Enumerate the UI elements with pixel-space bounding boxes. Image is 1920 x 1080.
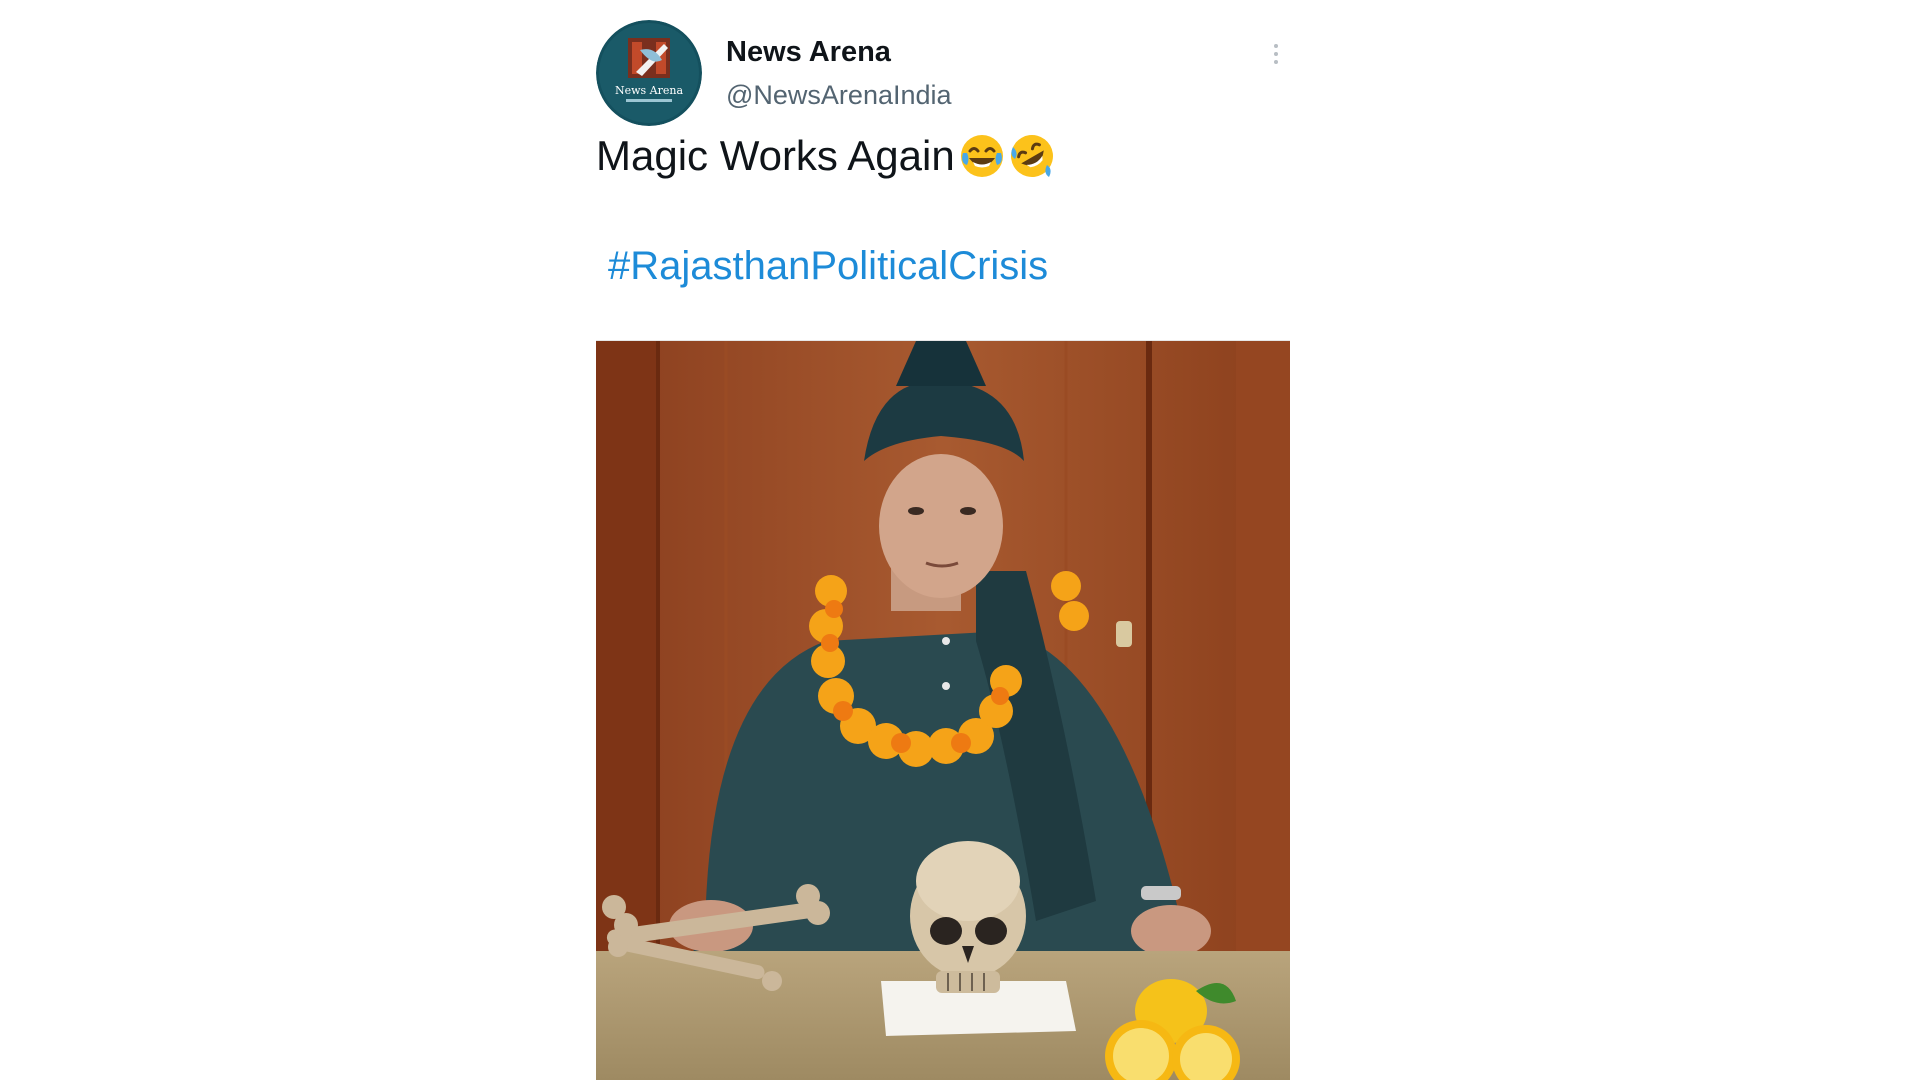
tweet-card[interactable]: News Arena News Arena @NewsArenaIndia Ma… <box>596 20 1296 1080</box>
meme-photo <box>596 341 1290 1080</box>
avatar-logo: News Arena <box>596 20 702 126</box>
rolling-on-floor-laughing-icon <box>1010 135 1053 177</box>
tweet-text-content: Magic Works Again <box>596 132 955 179</box>
page: News Arena News Arena @NewsArenaIndia Ma… <box>0 0 1920 1080</box>
tweet-text: Magic Works Again <box>596 132 1055 180</box>
author-avatar[interactable]: News Arena <box>596 20 702 126</box>
author-handle[interactable]: @NewsArenaIndia <box>726 80 952 111</box>
face-with-tears-of-joy-icon <box>960 135 1003 177</box>
avatar-wordmark: News Arena <box>615 84 683 97</box>
more-options-icon[interactable] <box>1268 40 1284 76</box>
author-name[interactable]: News Arena <box>726 36 891 69</box>
tweet-media-image[interactable] <box>596 340 1290 1080</box>
hashtag-link[interactable]: #RajasthanPoliticalCrisis <box>608 244 1048 289</box>
